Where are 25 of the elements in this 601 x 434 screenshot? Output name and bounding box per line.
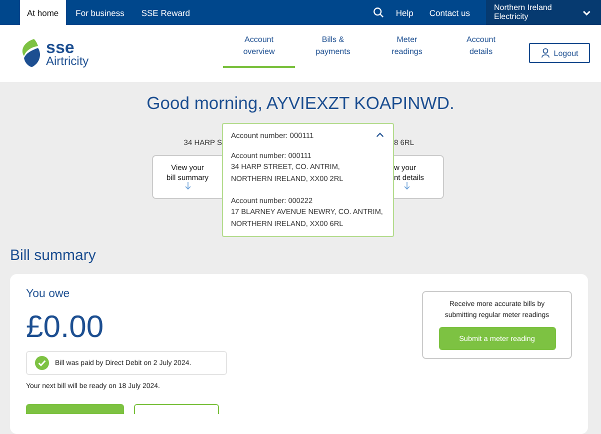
- nav-tab[interactable]: Account details: [445, 25, 517, 68]
- logo-icon: [20, 38, 42, 68]
- nav-tab[interactable]: Meter readings: [371, 25, 443, 68]
- section-title: Bill summary: [10, 247, 97, 264]
- region-selector[interactable]: Northern Ireland Electricity: [486, 0, 601, 26]
- top-tab[interactable]: At home: [20, 0, 66, 26]
- amount-owed: £0.00: [26, 309, 105, 345]
- top-tab[interactable]: SSE Reward: [134, 0, 197, 26]
- secondary-button[interactable]: [134, 404, 219, 414]
- you-owe-label: You owe: [26, 288, 71, 300]
- top-link[interactable]: Help: [396, 0, 414, 26]
- nav-tab[interactable]: Bills & payments: [297, 25, 369, 68]
- greeting: Good morning, AYVIEXZT KOAPINWD.: [146, 92, 456, 114]
- check-icon: [35, 356, 49, 370]
- chevron-down-icon: [582, 8, 591, 17]
- arrow-down-icon: [184, 182, 190, 190]
- logout-button[interactable]: Logout: [529, 43, 590, 64]
- logo-text: Airtricity: [46, 56, 89, 68]
- user-icon: [540, 48, 550, 58]
- nav-tab[interactable]: Account overview: [223, 25, 295, 68]
- top-link[interactable]: Contact us: [429, 0, 470, 26]
- top-tab[interactable]: For business: [68, 0, 132, 26]
- logo-text: sse: [46, 40, 74, 56]
- search-icon[interactable]: [372, 7, 384, 18]
- arrow-down-icon: [404, 182, 410, 190]
